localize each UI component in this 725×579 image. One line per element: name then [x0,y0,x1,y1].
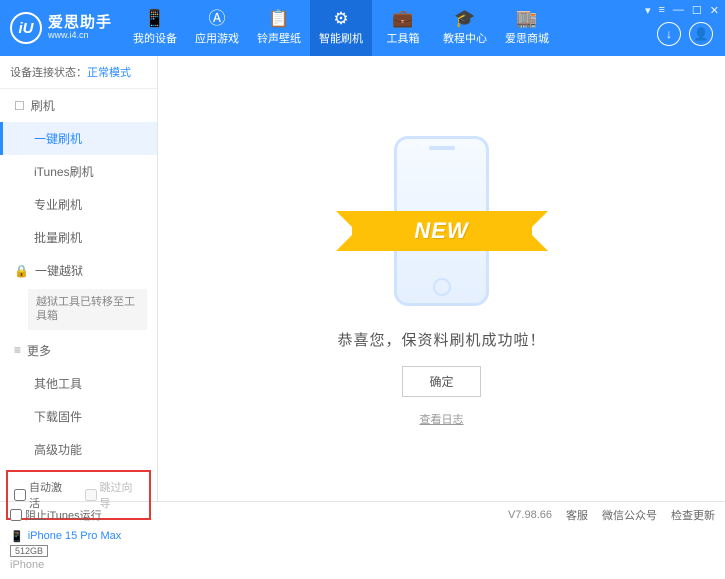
sidebar-item-itunes-flash[interactable]: iTunes刷机 [0,155,157,188]
logo-icon: iU [10,12,42,44]
storage-badge: 512GB [10,545,48,557]
nav-my-device[interactable]: 📱我的设备 [124,0,186,56]
success-illustration: NEW [342,131,542,311]
maximize-icon[interactable]: ☐ [692,4,702,17]
minimize-icon[interactable]: — [673,4,684,17]
ok-button[interactable]: 确定 [402,366,480,397]
sidebar-item-pro-flash[interactable]: 专业刷机 [0,188,157,221]
connection-status: 设备连接状态：正常模式 [0,56,157,89]
sidebar-item-oneclick-flash[interactable]: 一键刷机 [0,122,157,155]
checkbox-block-itunes[interactable]: 阻止iTunes运行 [10,507,102,523]
store-icon: 🏬 [516,10,537,27]
app-header: iU 爱思助手 www.i4.cn 📱我的设备 Ⓐ应用游戏 📋铃声壁纸 ⚙智能刷… [0,0,725,56]
nav-toolbox[interactable]: 💼工具箱 [372,0,434,56]
sidebar: 设备连接状态：正常模式 ☐ 刷机 一键刷机 iTunes刷机 专业刷机 批量刷机… [0,56,158,501]
window-controls: ▾ ≡ — ☐ ✕ [645,4,719,17]
lock-icon: 🔒 [14,264,29,278]
success-message: 恭喜您，保资料刷机成功啦！ [337,329,545,350]
nav-ringtones[interactable]: 📋铃声壁纸 [248,0,310,56]
tutorials-icon: 🎓 [454,10,475,27]
close-icon[interactable]: ✕ [710,4,719,17]
phone-icon: 📱 [10,530,24,543]
footer-link-update[interactable]: 检查更新 [671,507,715,523]
device-type: iPhone [10,559,147,571]
footer-link-support[interactable]: 客服 [566,507,588,523]
app-title: 爱思助手 [48,15,112,32]
sidebar-item-other-tools[interactable]: 其他工具 [0,367,157,400]
user-button[interactable]: 👤 [689,22,713,46]
more-icon: ≡ [14,343,21,357]
ringtones-icon: 📋 [268,10,289,27]
top-nav: 📱我的设备 Ⓐ应用游戏 📋铃声壁纸 ⚙智能刷机 💼工具箱 🎓教程中心 🏬爱思商城 [124,0,558,56]
logo: iU 爱思助手 www.i4.cn [10,12,112,44]
nav-tutorials[interactable]: 🎓教程中心 [434,0,496,56]
view-log-link[interactable]: 查看日志 [420,411,464,427]
sidebar-item-download-firmware[interactable]: 下载固件 [0,400,157,433]
flash-icon: ⚙ [333,10,348,27]
jailbreak-note: 越狱工具已转移至工具箱 [28,289,147,330]
menu-icon[interactable]: ▾ [645,4,651,17]
nav-apps[interactable]: Ⓐ应用游戏 [186,0,248,56]
toolbox-icon: 💼 [392,10,413,27]
section-flash[interactable]: ☐ 刷机 [0,89,157,122]
sidebar-item-advanced[interactable]: 高级功能 [0,433,157,466]
device-name: 📱 iPhone 15 Pro Max [10,530,147,543]
apps-icon: Ⓐ [209,10,226,27]
footer-link-wechat[interactable]: 微信公众号 [602,507,657,523]
nav-flash[interactable]: ⚙智能刷机 [310,0,372,56]
device-info: 📱 iPhone 15 Pro Max 512GB iPhone [0,524,157,579]
flash-section-icon: ☐ [14,99,25,113]
download-button[interactable]: ↓ [657,22,681,46]
sidebar-item-batch-flash[interactable]: 批量刷机 [0,221,157,254]
device-icon: 📱 [144,10,165,27]
new-ribbon: NEW [352,211,532,251]
section-more[interactable]: ≡ 更多 [0,334,157,367]
main-content: NEW 恭喜您，保资料刷机成功啦！ 确定 查看日志 [158,56,725,501]
app-url: www.i4.cn [48,31,112,41]
settings-icon[interactable]: ≡ [658,4,664,17]
section-jailbreak[interactable]: 🔒 一键越狱 [0,254,157,287]
version-label: V7.98.66 [508,509,552,521]
nav-store[interactable]: 🏬爱思商城 [496,0,558,56]
